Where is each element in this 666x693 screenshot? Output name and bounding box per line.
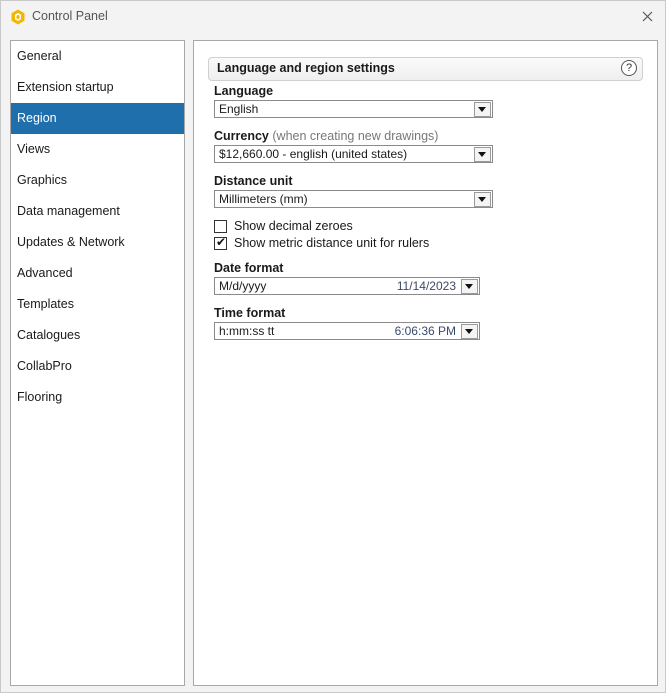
sidebar-item-advanced[interactable]: Advanced — [11, 258, 184, 289]
sidebar-item-templates[interactable]: Templates — [11, 289, 184, 320]
sidebar-item-flooring[interactable]: Flooring — [11, 382, 184, 413]
close-icon — [642, 11, 652, 21]
chevron-down-icon[interactable] — [461, 279, 478, 294]
time-format-label: Time format — [214, 306, 286, 320]
show-metric-rulers-checkbox[interactable]: ✔ — [214, 235, 227, 250]
sidebar-item-general[interactable]: General — [11, 41, 184, 72]
date-format-label: Date format — [214, 261, 284, 275]
section-header: Language and region settings ? — [208, 57, 643, 81]
language-value: English — [219, 102, 259, 116]
window-title: Control Panel — [32, 9, 108, 23]
sidebar-item-data-management[interactable]: Data management — [11, 196, 184, 227]
chevron-down-icon[interactable] — [474, 192, 491, 207]
distance-unit-value: Millimeters (mm) — [219, 192, 308, 206]
language-label: Language — [214, 84, 274, 98]
sidebar-item-extension-startup[interactable]: Extension startup — [11, 72, 184, 103]
date-format-preview: 11/14/2023 — [396, 279, 456, 293]
currency-dropdown[interactable]: $12,660.00 - english (united states) — [214, 145, 493, 163]
date-format-value: M/d/yyyy — [219, 279, 267, 293]
help-icon[interactable]: ? — [621, 60, 637, 76]
control-panel-window: Control Panel General Extension startup … — [0, 0, 666, 693]
chevron-down-icon[interactable] — [474, 102, 491, 117]
time-format-preview: 6:06:36 PM — [394, 324, 456, 338]
currency-value: $12,660.00 - english (united states) — [219, 147, 408, 161]
settings-sidebar: General Extension startup Region Views G… — [10, 40, 185, 686]
chevron-down-icon[interactable] — [474, 147, 491, 162]
sidebar-item-views[interactable]: Views — [11, 134, 184, 165]
sidebar-item-updates-network[interactable]: Updates & Network — [11, 227, 184, 258]
distance-unit-label: Distance unit — [214, 174, 293, 188]
show-metric-rulers-option[interactable]: ✔ Show metric distance unit for rulers — [214, 235, 474, 252]
distance-unit-dropdown[interactable]: Millimeters (mm) — [214, 190, 493, 208]
sidebar-item-graphics[interactable]: Graphics — [11, 165, 184, 196]
checkmark-icon: ✔ — [216, 235, 227, 249]
show-decimal-zeroes-checkbox[interactable] — [214, 220, 227, 233]
language-dropdown[interactable]: English — [214, 100, 493, 118]
section-title: Language and region settings — [217, 61, 395, 75]
sidebar-item-collabpro[interactable]: CollabPro — [11, 351, 184, 382]
show-decimal-zeroes-label: Show decimal zeroes — [234, 219, 353, 233]
date-format-combo[interactable]: M/d/yyyy 11/14/2023 — [214, 277, 480, 295]
currency-label: Currency (when creating new drawings) — [214, 129, 438, 143]
sidebar-item-region[interactable]: Region — [11, 103, 184, 134]
region-settings-panel: Language and region settings ? Language … — [193, 40, 658, 686]
currency-hint: (when creating new drawings) — [272, 129, 439, 143]
time-format-value: h:mm:ss tt — [219, 324, 275, 338]
chevron-down-icon[interactable] — [461, 324, 478, 339]
sidebar-item-catalogues[interactable]: Catalogues — [11, 320, 184, 351]
app-hexagon-icon — [11, 9, 25, 25]
show-decimal-zeroes-option[interactable]: Show decimal zeroes — [214, 219, 454, 235]
close-button[interactable] — [635, 5, 659, 27]
time-format-combo[interactable]: h:mm:ss tt 6:06:36 PM — [214, 322, 480, 340]
show-metric-rulers-label: Show metric distance unit for rulers — [234, 236, 430, 250]
currency-label-text: Currency — [214, 129, 269, 143]
title-bar: Control Panel — [1, 1, 665, 33]
